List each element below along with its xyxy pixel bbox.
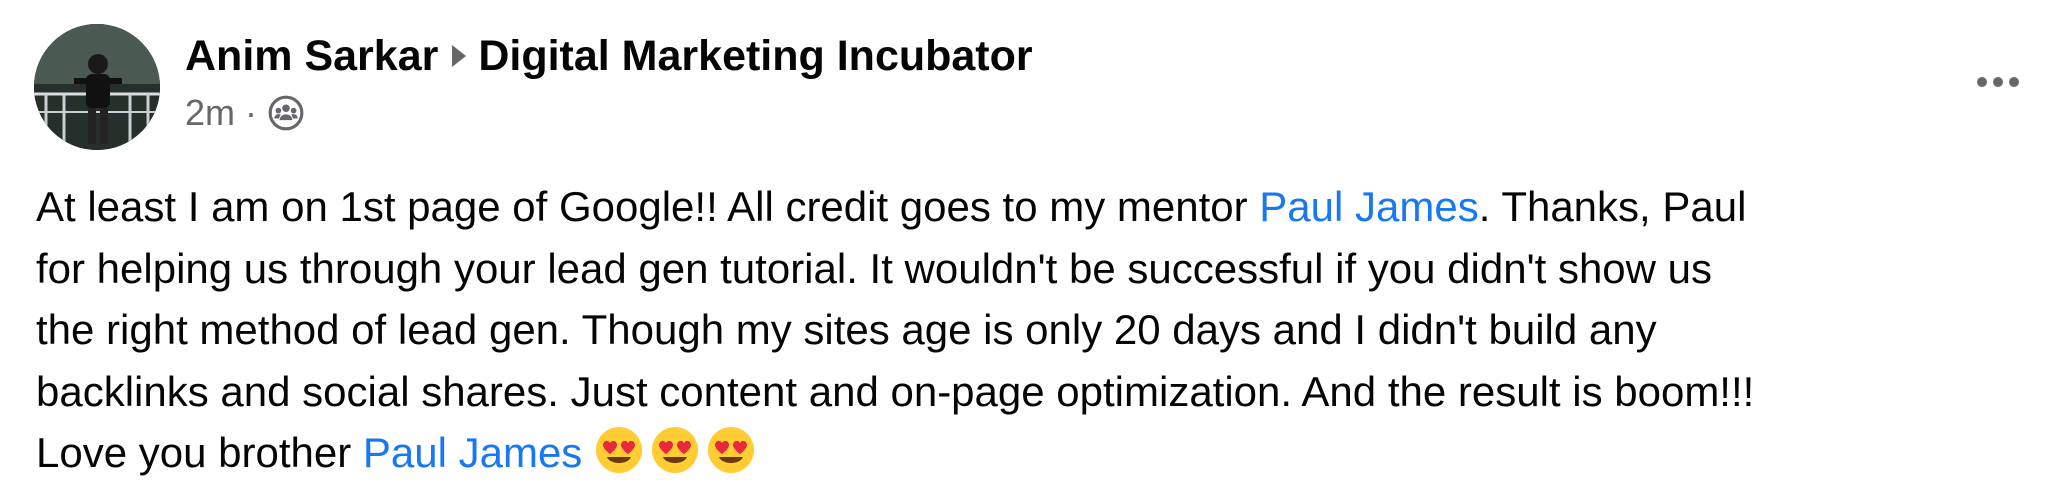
author-name-link[interactable]: Anim Sarkar <box>185 26 438 86</box>
group-name-link[interactable]: Digital Marketing Incubator <box>478 26 1032 86</box>
post-card: Anim Sarkar Digital Marketing Incubator … <box>0 0 2048 481</box>
heart-eyes-emoji-icon <box>652 427 699 473</box>
play-arrow-icon <box>452 45 467 67</box>
post-text-line-5: Love you brother Paul James <box>36 422 2026 484</box>
post-text-line-1: At least I am on 1st page of Google!! Al… <box>36 176 2026 238</box>
post-header: Anim Sarkar Digital Marketing Incubator … <box>185 26 1033 138</box>
post-text-line-4: backlinks and social shares. Just conten… <box>36 367 1755 415</box>
post-timestamp[interactable]: 2m <box>185 88 235 138</box>
more-dot <box>2009 77 2019 87</box>
mention-link[interactable]: Paul James <box>1259 183 1478 230</box>
post-meta: 2m · <box>185 88 1033 138</box>
text-segment: . Thanks, Paul <box>1478 183 1747 230</box>
avatar-photo-icon <box>34 24 160 150</box>
avatar[interactable] <box>34 24 160 150</box>
post-title-row: Anim Sarkar Digital Marketing Incubator <box>185 26 1033 86</box>
text-segment: Love you brother <box>36 429 363 476</box>
heart-eyes-emoji-icon <box>596 427 643 473</box>
post-body-text: At least I am on 1st page of Google!! Al… <box>36 176 2026 484</box>
meta-separator: · <box>245 92 258 133</box>
more-options-icon[interactable] <box>1968 62 2028 102</box>
text-segment: At least I am on 1st page of Google!! Al… <box>36 183 1260 230</box>
heart-eyes-emoji-icon <box>708 427 755 473</box>
more-dot <box>1993 77 2003 87</box>
post-text-line-3: the right method of lead gen. Though my … <box>36 306 1657 353</box>
post-text-line-2: for helping us through your lead gen tut… <box>36 244 1713 292</box>
more-dot <box>1977 77 1987 87</box>
group-audience-icon[interactable] <box>267 94 305 132</box>
mention-link[interactable]: Paul James <box>363 429 582 476</box>
